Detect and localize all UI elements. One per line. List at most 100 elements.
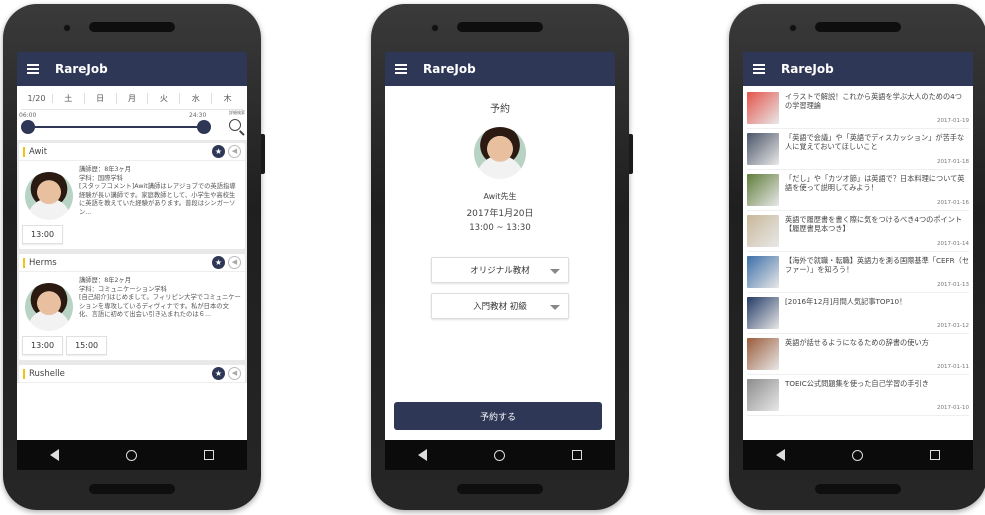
speaker: [457, 484, 543, 494]
dropdown-caret-icon: [550, 269, 560, 274]
recent-apps-icon[interactable]: [571, 450, 582, 460]
day-tab[interactable]: 土: [53, 93, 85, 104]
menu-icon[interactable]: [753, 64, 767, 74]
tutor-comment: [自己紹介]はじめまして。フィリピン大学でコミュニケーションを専攻しているディヴ…: [79, 294, 241, 318]
tutor-info: 講師歴：8年3ヶ月 学科：国際学科 [スタッフコメント]Awit講師はレアジョブ…: [79, 166, 241, 220]
level-select-value: 入門教材 初級: [473, 302, 527, 312]
book-button[interactable]: 予約する: [394, 402, 602, 430]
tutor-card[interactable]: Rushelle ★ ◀: [19, 365, 245, 383]
article-item[interactable]: 英語が話せるようになるための辞書の使い方 2017-01-11: [747, 334, 969, 375]
camera: [431, 24, 439, 32]
android-nav-bar: [17, 440, 247, 470]
home-icon[interactable]: [493, 449, 505, 461]
article-date: 2017-01-14: [937, 241, 969, 247]
audio-speaker-icon[interactable]: ◀: [228, 367, 241, 380]
tutor-career: 講師歴：8年3ヶ月: [79, 166, 132, 173]
back-icon[interactable]: [418, 449, 428, 461]
camera: [63, 24, 71, 32]
time-slot-button[interactable]: 15:00: [66, 336, 108, 355]
app-bar: RareJob: [17, 52, 247, 86]
article-thumbnail: [747, 338, 779, 370]
article-item[interactable]: 【海外で就職・転職】英語力を測る国際基準「CEFR（セファー）」を知ろう！ 201…: [747, 252, 969, 293]
power-button: [261, 134, 265, 174]
accent-bar: [23, 146, 25, 157]
tutor-card-body: 講師歴：8年3ヶ月 学科：国際学科 [スタッフコメント]Awit講師はレアジョブ…: [19, 161, 245, 222]
slider-handle-end[interactable]: [197, 120, 211, 134]
tutor-card[interactable]: Herms ★ ◀ 講師歴：8年2ヶ月 学科：コミュニケーション学科 [自己紹介…: [19, 254, 245, 360]
audio-speaker-icon[interactable]: ◀: [228, 145, 241, 158]
slider-track: [31, 126, 207, 128]
search-icon[interactable]: [229, 119, 241, 131]
power-button: [629, 134, 633, 174]
menu-icon[interactable]: [395, 64, 409, 74]
article-date: 2017-01-16: [937, 200, 969, 206]
article-item[interactable]: TOEIC公式問題集を使った自己学習の手引き 2017-01-10: [747, 375, 969, 416]
day-tab[interactable]: 木: [212, 93, 243, 104]
favorite-star-icon[interactable]: ★: [212, 367, 225, 380]
article-title: 「だし」や「カツオ節」は英語で？日本料理について英語を使って説明してみよう！: [785, 174, 965, 192]
tutor-info: 講師歴：8年2ヶ月 学科：コミュニケーション学科 [自己紹介]はじめまして。フィ…: [79, 277, 241, 331]
menu-icon[interactable]: [27, 64, 41, 74]
android-nav-bar: [385, 440, 615, 470]
day-tab[interactable]: 月: [117, 93, 149, 104]
slider-handle-start[interactable]: [21, 120, 35, 134]
time-range-slider[interactable]: 06:00 24:30 詳細検索: [17, 110, 247, 140]
dropdown-caret-icon: [550, 305, 560, 310]
tutor-name: Herms: [29, 257, 57, 268]
app-bar: RareJob: [743, 52, 973, 86]
lesson-time: 13:00 ~ 13:30: [469, 223, 531, 233]
article-date: 2017-01-13: [937, 282, 969, 288]
audio-speaker-icon[interactable]: ◀: [228, 256, 241, 269]
date-label[interactable]: 1/20: [21, 94, 53, 103]
tutor-avatar: [25, 283, 73, 331]
speaker: [457, 22, 543, 32]
favorite-star-icon[interactable]: ★: [212, 145, 225, 158]
article-item[interactable]: 「英語で会議」や「英語でディスカッション」が苦手な人に覚えておいてほしいこと 20…: [747, 129, 969, 170]
recent-apps-icon[interactable]: [929, 450, 940, 460]
level-select[interactable]: 入門教材 初級: [431, 293, 569, 319]
tutor-major: 学科：国際学科: [79, 174, 124, 182]
tutor-card[interactable]: Awit ★ ◀ 講師歴：8年3ヶ月 学科：国際学科 [スタッフコメント]Awi…: [19, 143, 245, 249]
day-tab[interactable]: 火: [148, 93, 181, 104]
home-icon[interactable]: [125, 449, 137, 461]
recent-apps-icon[interactable]: [203, 450, 214, 460]
tutor-card-header: Herms ★ ◀: [19, 254, 245, 272]
tutor-name: Rushelle: [29, 368, 65, 379]
favorite-star-icon[interactable]: ★: [212, 256, 225, 269]
day-tab[interactable]: 日: [85, 93, 117, 104]
back-icon[interactable]: [50, 449, 60, 461]
app-bar: RareJob: [385, 52, 615, 86]
camera: [789, 24, 797, 32]
speaker: [89, 22, 175, 32]
article-title: 【海外で就職・転職】英語力を測る国際基準「CEFR（セファー）」を知ろう！: [785, 256, 970, 274]
article-item[interactable]: 英語で履歴書を書く際に気をつけるべき4つのポイント【履歴書見本つき】 2017-0…: [747, 211, 969, 252]
tutor-career: 講師歴：8年2ヶ月: [79, 277, 132, 284]
time-slot-button[interactable]: 13:00: [22, 336, 64, 355]
article-item[interactable]: イラストで解説！これから英語を学ぶ大人のための4つの学習理論 2017-01-19: [747, 88, 969, 129]
app-title: RareJob: [423, 62, 476, 76]
article-text: 英語で履歴書を書く際に気をつけるべき4つのポイント【履歴書見本つき】 2017-0…: [785, 215, 969, 251]
speaker: [815, 484, 901, 494]
article-item[interactable]: 「だし」や「カツオ節」は英語で？日本料理について英語を使って説明してみよう！ 20…: [747, 170, 969, 211]
time-slot-button[interactable]: 13:00: [22, 225, 64, 244]
article-thumbnail: [747, 297, 779, 329]
article-title: 英語で履歴書を書く際に気をつけるべき4つのポイント【履歴書見本つき】: [785, 215, 963, 233]
material-select-value: オリジナル教材: [470, 266, 530, 276]
home-icon[interactable]: [851, 449, 863, 461]
material-select[interactable]: オリジナル教材: [431, 257, 569, 283]
time-slots: 13:00 15:00: [19, 333, 245, 360]
article-text: 「英語で会議」や「英語でディスカッション」が苦手な人に覚えておいてほしいこと 20…: [785, 133, 969, 169]
day-tab[interactable]: 水: [180, 93, 213, 104]
article-list: イラストで解説！これから英語を学ぶ大人のための4つの学習理論 2017-01-19…: [743, 86, 973, 418]
time-end: 24:30: [189, 112, 207, 119]
phone-frame-booking: RareJob 予約 Awit先生 2017年1月20日 13:00 ~ 13:…: [371, 4, 633, 510]
back-icon[interactable]: [776, 449, 786, 461]
screen-booking: RareJob 予約 Awit先生 2017年1月20日 13:00 ~ 13:…: [385, 52, 615, 470]
article-thumbnail: [747, 379, 779, 411]
phone-frame-schedule: RareJob 1/20 土 日 月 火 水 木 06:00 24:30 詳細検…: [3, 4, 265, 510]
article-item[interactable]: [2016年12月]月間人気記事TOP10！ 2017-01-12: [747, 293, 969, 334]
article-date: 2017-01-12: [937, 323, 969, 329]
article-text: 「だし」や「カツオ節」は英語で？日本料理について英語を使って説明してみよう！ 20…: [785, 174, 969, 210]
article-text: 英語が話せるようになるための辞書の使い方 2017-01-11: [785, 338, 969, 374]
day-selector: 1/20 土 日 月 火 水 木: [21, 88, 243, 110]
